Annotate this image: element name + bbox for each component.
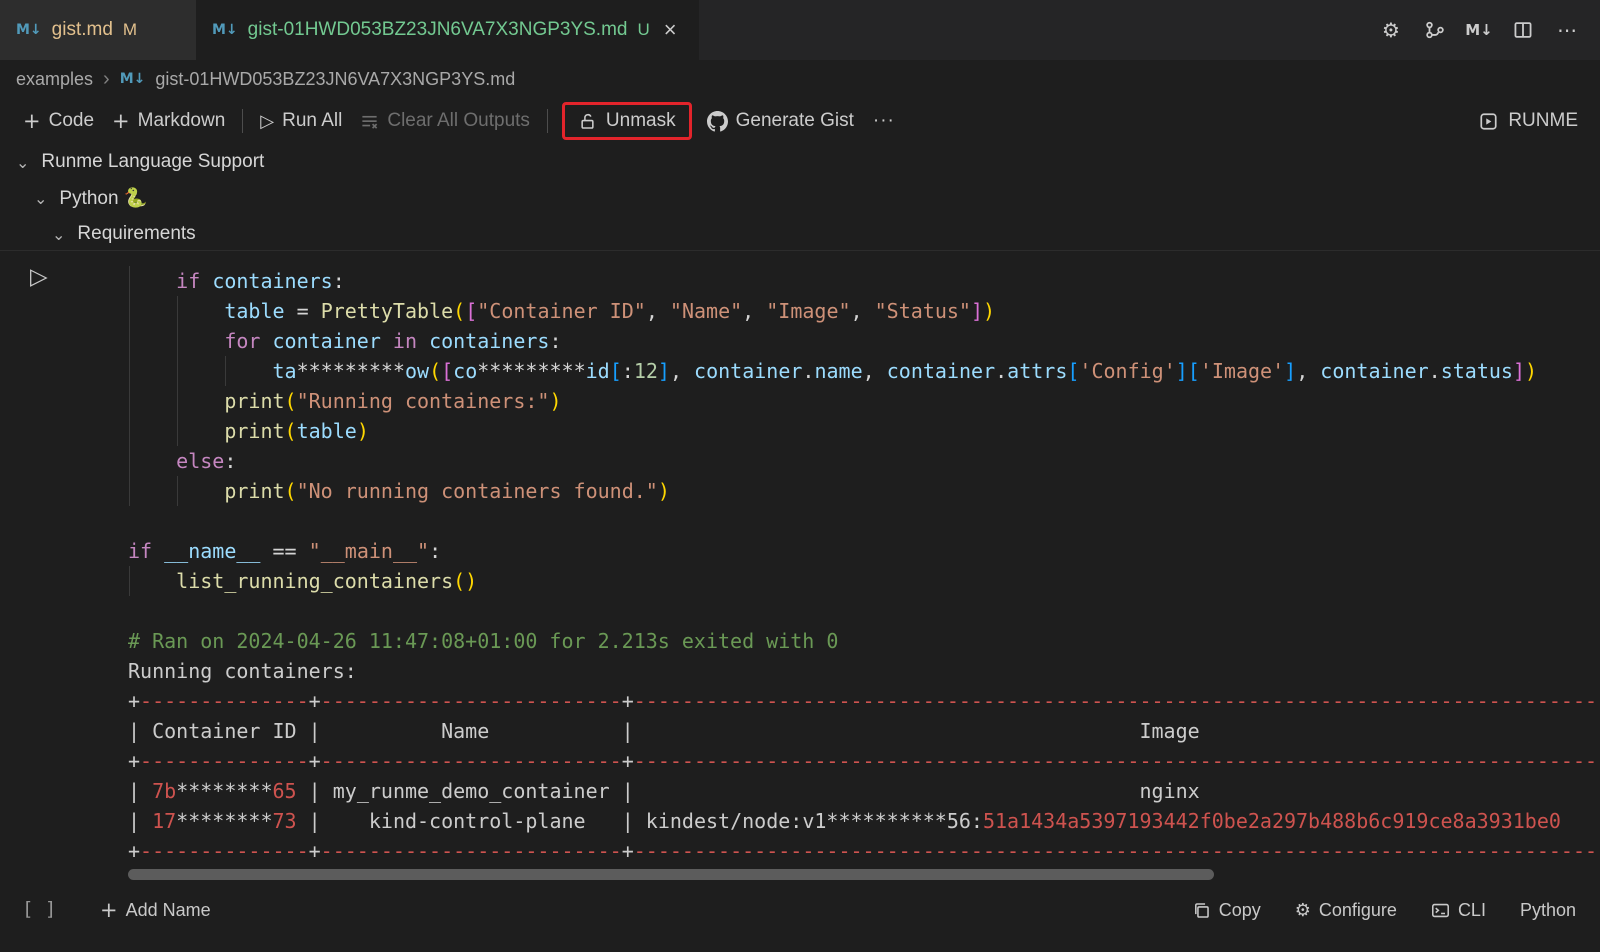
code-line[interactable]: if __name__ == "__main__": (128, 536, 1600, 566)
code-line[interactable] (128, 596, 1600, 626)
copy-button[interactable]: Copy (1192, 900, 1261, 921)
markdown-file-icon: M↓ (16, 22, 42, 38)
copy-label: Copy (1219, 900, 1261, 921)
section-requirements[interactable]: ⌄ Requirements (52, 216, 196, 252)
cli-button[interactable]: CLI (1431, 900, 1486, 921)
split-editor-icon[interactable] (1506, 13, 1540, 47)
code-line[interactable]: print(table) (128, 416, 1600, 446)
source-control-graph-icon[interactable] (1418, 13, 1452, 47)
indent-guide (129, 566, 130, 596)
cell-language-label[interactable]: Python (1520, 900, 1576, 921)
section-label: Requirements (77, 223, 195, 245)
toolbar-separator (242, 109, 243, 133)
plus-icon: + (100, 900, 118, 921)
code-line[interactable]: +--------------+------------------------… (128, 836, 1600, 866)
toolbar-separator (547, 109, 548, 133)
run-all-button[interactable]: ▷ Run All (251, 106, 351, 136)
code-line[interactable]: | Container ID | Name | Image (128, 716, 1600, 746)
code-line[interactable]: table = PrettyTable(["Container ID", "Na… (128, 296, 1600, 326)
runme-label: RUNME (1508, 110, 1578, 132)
chevron-down-icon[interactable]: ⌄ (16, 153, 29, 172)
cli-icon (1431, 901, 1450, 920)
code-line[interactable]: | 7b********65 | my_runme_demo_container… (128, 776, 1600, 806)
code-line[interactable]: ta*********ow([co*********id[:12], conta… (128, 356, 1600, 386)
section-python[interactable]: ⌄ Python 🐍 (34, 180, 148, 216)
code-line[interactable]: for container in containers: (128, 326, 1600, 356)
clear-all-label: Clear All Outputs (387, 110, 530, 132)
code-line[interactable]: | 17********73 | kind-control-plane | ki… (128, 806, 1600, 836)
breadcrumb-folder[interactable]: examples (16, 69, 93, 90)
unlock-icon (578, 112, 597, 131)
section-runme-language-support[interactable]: ⌄ Runme Language Support (16, 144, 264, 180)
runme-icon (1478, 111, 1499, 132)
tab-label: gist-01HWD053BZ23JN6VA7X3NGP3YS.md (248, 19, 628, 41)
github-icon (707, 111, 728, 132)
toolbar-more-icon[interactable]: ··· (863, 110, 905, 132)
markdown-preview-icon[interactable]: M↓ (1462, 13, 1496, 47)
notebook-toolbar: + Code + Markdown ▷ Run All Clear All Ou… (0, 98, 1600, 144)
gear-icon: ⚙ (1295, 900, 1311, 921)
breadcrumb: examples › M↓ gist-01HWD053BZ23JN6VA7X3N… (0, 60, 1600, 98)
settings-gear-icon[interactable]: ⚙ (1374, 13, 1408, 47)
add-code-button[interactable]: + Code (14, 106, 103, 136)
cli-label: CLI (1458, 900, 1486, 921)
unmask-button[interactable]: Unmask (606, 110, 676, 132)
add-markdown-button[interactable]: + Markdown (103, 106, 234, 136)
code-line[interactable]: +--------------+------------------------… (128, 686, 1600, 716)
clear-all-outputs-button[interactable]: Clear All Outputs (351, 106, 539, 136)
chevron-down-icon[interactable]: ⌄ (34, 189, 47, 208)
cell-brackets-icon: [ ] (22, 898, 56, 920)
tab-label: gist.md (52, 19, 113, 41)
git-modified-badge: M (123, 20, 137, 40)
code-line[interactable]: # Ran on 2024-04-26 11:47:08+01:00 for 2… (128, 626, 1600, 656)
code-line[interactable]: else: (128, 446, 1600, 476)
section-label: Runme Language Support (41, 151, 264, 173)
add-code-label: Code (49, 110, 94, 132)
indent-guide (225, 356, 226, 386)
add-markdown-label: Markdown (138, 110, 226, 132)
code-editor[interactable]: if containers: table = PrettyTable(["Con… (0, 250, 1600, 882)
tab-gist-md[interactable]: M↓ gist.md M (0, 0, 196, 60)
plus-icon: + (23, 111, 41, 132)
code-line[interactable]: list_running_containers() (128, 566, 1600, 596)
code-line[interactable]: +--------------+------------------------… (128, 746, 1600, 776)
indent-guide (177, 476, 178, 506)
run-all-icon: ▷ (260, 111, 274, 132)
breadcrumb-file[interactable]: gist-01HWD053BZ23JN6VA7X3NGP3YS.md (155, 69, 515, 90)
code-line[interactable]: if containers: (128, 266, 1600, 296)
horizontal-scrollbar[interactable] (128, 869, 1214, 880)
configure-label: Configure (1319, 900, 1397, 921)
code-line[interactable] (128, 506, 1600, 536)
more-actions-icon[interactable]: ⋯ (1550, 13, 1584, 47)
copy-icon (1192, 901, 1211, 920)
unmask-highlight-annotation: Unmask (562, 102, 692, 140)
chevron-right-icon: › (103, 68, 110, 91)
chevron-down-icon[interactable]: ⌄ (52, 225, 65, 244)
configure-button[interactable]: ⚙ Configure (1295, 900, 1397, 921)
run-all-label: Run All (282, 110, 342, 132)
generate-gist-label: Generate Gist (736, 110, 854, 132)
section-label: Python 🐍 (59, 186, 147, 210)
code-line[interactable]: print("Running containers:") (128, 386, 1600, 416)
indent-guide (129, 266, 130, 506)
indent-guide (177, 296, 178, 446)
close-icon[interactable]: × (664, 17, 677, 43)
editor-actions: ⚙ M↓ ⋯ (1374, 0, 1600, 60)
clear-all-icon (360, 112, 379, 131)
editor-tab-bar: M↓ gist.md M M↓ gist-01HWD053BZ23JN6VA7X… (0, 0, 1600, 60)
markdown-file-icon: M↓ (120, 71, 146, 87)
git-untracked-badge: U (637, 20, 649, 40)
cell-status-bar: + Add Name Copy ⚙ Configure CLI (75, 884, 1600, 936)
add-name-label: Add Name (126, 900, 211, 921)
generate-gist-button[interactable]: Generate Gist (698, 106, 863, 136)
runme-brand: RUNME (1478, 110, 1600, 132)
code-line[interactable]: Running containers: (128, 656, 1600, 686)
tab-gist-file[interactable]: M↓ gist-01HWD053BZ23JN6VA7X3NGP3YS.md U … (196, 0, 699, 60)
markdown-file-icon: M↓ (212, 22, 238, 38)
code-line[interactable]: print("No running containers found.") (128, 476, 1600, 506)
add-name-button[interactable]: + Add Name (100, 900, 211, 921)
plus-icon: + (112, 111, 130, 132)
vscode-runme-window: { "colors": { "kw": "#C586C0", "var": "#… (0, 0, 1600, 952)
